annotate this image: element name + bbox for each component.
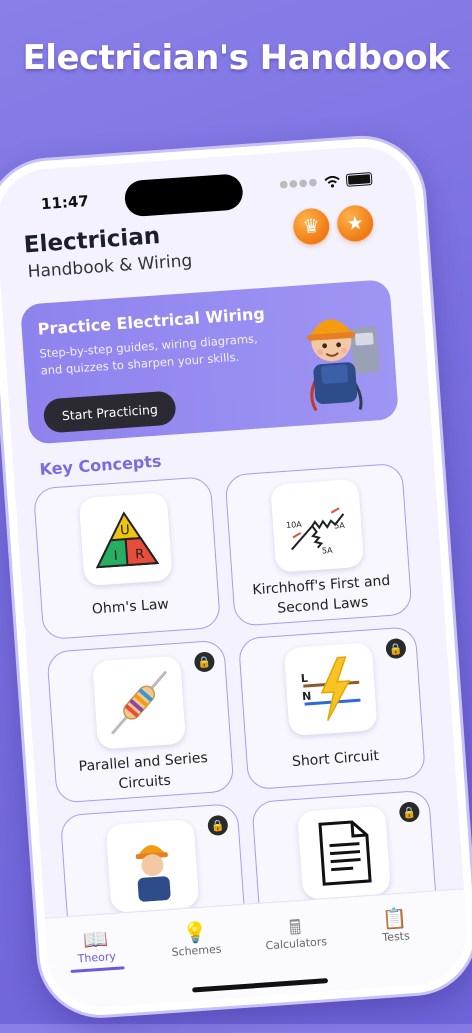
signal-icon: ●●●● (279, 176, 319, 191)
current-tag: 5A (334, 521, 346, 531)
home-indicator (192, 978, 329, 993)
triangle-label-u: U (120, 523, 131, 539)
status-time: 11:47 (40, 191, 90, 214)
status-icons: ●●●● (279, 172, 373, 191)
tab-label: Calculators (265, 935, 328, 953)
bulb-icon: 💡 (181, 919, 209, 946)
electrician-icon (135, 845, 171, 902)
wifi-icon (324, 175, 340, 187)
card-label: Kirchhoff's First and Second Laws (251, 572, 391, 617)
current-tag: 10A (286, 520, 303, 530)
card-label: Ohm's Law (91, 596, 170, 618)
card-label: Short Circuit (291, 748, 380, 771)
concept-card-parallel-series[interactable]: 🔒 Parallel and Series Circuits (46, 639, 235, 804)
calculator-icon: 🖩 (288, 914, 302, 940)
electrician-mascot-illustration (307, 319, 380, 412)
lock-icon: 🔒 (385, 637, 407, 660)
promo-headline: Electrician's Handbook (22, 38, 450, 78)
tab-calculators[interactable]: 🖩 Calculators (249, 910, 341, 953)
dynamic-island (123, 173, 244, 218)
ohms-triangle-icon: U I R (95, 511, 160, 569)
tab-theory[interactable]: 📖 Theory (50, 924, 143, 974)
concept-card-ohms-law[interactable]: U I R Ohm's Law (32, 476, 222, 641)
start-practicing-button[interactable]: Start Practicing (42, 390, 177, 434)
tab-label: Theory (77, 949, 117, 966)
lock-icon: 🔒 (398, 801, 421, 823)
practice-banner[interactable]: Practice Electrical Wiring Step-by-step … (20, 279, 399, 445)
battery-icon (345, 172, 373, 187)
kirchhoff-node-icon: 10A 5A 5A (286, 507, 346, 556)
tab-tests[interactable]: 📋 Tests (349, 903, 441, 946)
lock-icon: 🔒 (193, 651, 216, 673)
tab-label: Schemes (171, 942, 222, 959)
banner-description: Step-by-step guides, wiring diagrams, an… (39, 331, 259, 378)
card-label: Parallel and Series Circuits (78, 749, 209, 793)
lock-icon: 🔒 (207, 814, 229, 837)
clipboard-icon: 📋 (381, 905, 409, 932)
line-label: L (300, 672, 308, 685)
resistor-icon (111, 670, 168, 735)
concept-card-kirchhoff[interactable]: 10A 5A 5A Kirchhoff's First and Second L… (224, 462, 413, 627)
app-title: Electrician (23, 223, 161, 259)
section-title: Key Concepts (38, 451, 163, 479)
line-label: N (302, 690, 312, 704)
triangle-label-r: R (135, 547, 145, 563)
crown-icon[interactable]: ♛ (292, 207, 331, 246)
tab-schemes[interactable]: 💡 Schemes (150, 917, 242, 960)
book-icon: 📖 (82, 926, 109, 953)
app-screen: 11:47 ●●●● Electrician Handbook & Wiring… (0, 134, 472, 1020)
star-icon[interactable]: ★ (335, 204, 375, 243)
current-tag: 5A (322, 546, 334, 556)
phone-frame: 11:47 ●●●● Electrician Handbook & Wiring… (0, 133, 472, 1033)
tab-label: Tests (381, 929, 411, 945)
lightning-icon: L N (300, 656, 361, 721)
document-icon (318, 820, 372, 886)
concept-card-short-circuit[interactable]: L N 🔒 Short Circuit (237, 626, 427, 791)
